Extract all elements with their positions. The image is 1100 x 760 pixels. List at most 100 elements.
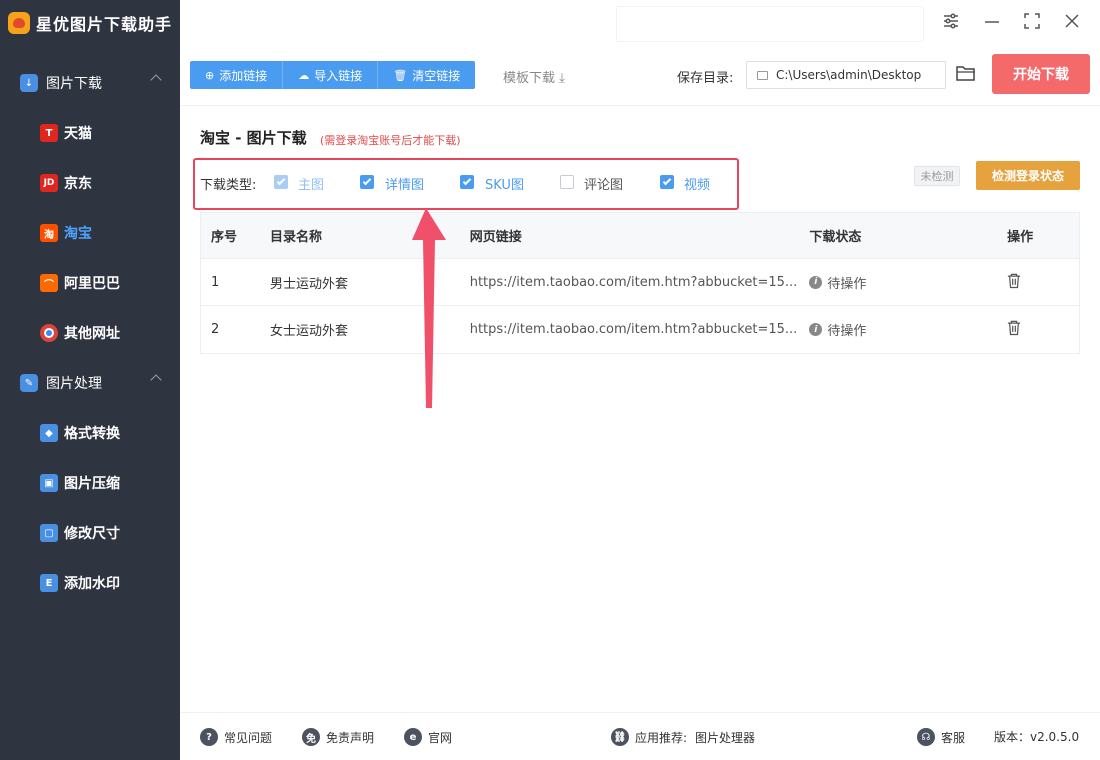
titlebar-blank-field	[616, 6, 924, 42]
detail-image-label: 详情图	[385, 178, 425, 193]
sidebar-item-label: 淘宝	[64, 226, 92, 242]
recommend-app[interactable]: ⛓ 应用推荐: 图片处理器	[611, 728, 755, 746]
header-status: 下载状态	[809, 230, 862, 245]
maximize-icon[interactable]	[1021, 12, 1043, 34]
main-image-label: 主图	[298, 178, 325, 193]
sidebar-item-image-compress[interactable]: ▣ 图片压缩	[0, 458, 180, 508]
template-download-label: 模板下载	[503, 71, 556, 86]
row-status: i 待操作	[800, 320, 999, 339]
disclaimer-label: 免责声明	[326, 730, 375, 745]
ie-browser-icon: e	[404, 728, 422, 746]
disclaimer-link[interactable]: 免 免责声明	[302, 728, 374, 746]
title-bar	[180, 0, 1100, 46]
sidebar-item-alibaba[interactable]: ⌒ 阿里巴巴	[0, 258, 180, 308]
open-folder-icon[interactable]	[956, 64, 976, 82]
settings-sliders-icon[interactable]	[940, 12, 962, 34]
sidebar-section-download[interactable]: ↓ 图片下载	[0, 58, 180, 108]
sidebar-item-taobao[interactable]: 淘 淘宝	[0, 208, 180, 258]
save-dir-field[interactable]: C:\Users\admin\Desktop	[746, 61, 946, 89]
login-required-note: (需登录淘宝账号后才能下载)	[320, 134, 461, 147]
website-label: 官网	[428, 730, 453, 745]
recommend-label: 应用推荐:	[635, 730, 688, 745]
sidebar-item-format-convert[interactable]: ◆ 格式转换	[0, 408, 180, 458]
delete-row-button[interactable]	[999, 319, 1079, 340]
support-link[interactable]: ☊ 客服	[917, 728, 965, 746]
image-compress-icon: ▣	[40, 474, 58, 492]
sidebar-item-tmall[interactable]: T 天猫	[0, 108, 180, 158]
sku-image-label: SKU图	[485, 178, 524, 193]
cloud-upload-icon: ☁	[298, 68, 310, 82]
sidebar-item-other-sites[interactable]: 其他网址	[0, 308, 180, 358]
link-button-group: ⊕ 添加链接 ☁ 导入链接 🗑 清空链接	[190, 61, 476, 89]
clear-link-label: 清空链接	[412, 68, 461, 83]
sidebar-item-resize[interactable]: ▢ 修改尺寸	[0, 508, 180, 558]
app-title: 星优图片下载助手	[36, 15, 173, 34]
check-login-button[interactable]: 检测登录状态	[976, 161, 1080, 190]
alibaba-icon: ⌒	[40, 274, 58, 292]
add-link-label: 添加链接	[219, 68, 268, 83]
sidebar-item-label: 添加水印	[64, 576, 120, 592]
checkbox-review-image[interactable]	[560, 175, 574, 189]
chevron-up-icon	[150, 74, 162, 86]
add-link-button[interactable]: ⊕ 添加链接	[190, 61, 284, 89]
download-type-label: 下载类型:	[200, 178, 257, 193]
page-title: 淘宝 - 图片下载	[200, 129, 307, 147]
sidebar-item-jd[interactable]: JD 京东	[0, 158, 180, 208]
row-url: https://item.taobao.com/item.htm?abbucke…	[469, 274, 798, 290]
faq-link[interactable]: ? 常见问题	[200, 728, 272, 746]
plus-circle-icon: ⊕	[205, 68, 215, 82]
disclaimer-icon: 免	[302, 728, 320, 746]
login-status-badge: 未检测	[914, 166, 960, 186]
sidebar-item-label: 京东	[64, 176, 92, 192]
close-icon[interactable]	[1061, 12, 1083, 34]
jd-icon: JD	[40, 174, 58, 192]
faq-label: 常见问题	[224, 730, 273, 745]
sidebar-item-label: 其他网址	[64, 326, 120, 342]
folder-small-icon	[757, 70, 768, 80]
sidebar-item-label: 图片压缩	[64, 476, 120, 492]
sidebar-item-label: 天猫	[64, 126, 92, 142]
template-download-link[interactable]: 模板下载 ⤓	[503, 67, 565, 86]
recommend-app-name: 图片处理器	[695, 730, 756, 745]
website-link[interactable]: e 官网	[404, 728, 452, 746]
trash-icon	[1007, 273, 1021, 288]
checkbox-main-image[interactable]	[274, 175, 288, 189]
links-table: 序号 目录名称 网页链接 下载状态 操作 1 男士运动外套 https://it…	[200, 212, 1080, 354]
chevron-up-icon	[150, 374, 162, 386]
sidebar-item-label: 格式转换	[64, 426, 120, 442]
annotation-arrow-icon	[412, 208, 446, 408]
checkbox-sku-image[interactable]	[460, 175, 474, 189]
tmall-icon: T	[40, 124, 58, 142]
info-icon: i	[809, 323, 823, 336]
sidebar-item-label: 修改尺寸	[64, 526, 120, 542]
save-dir-label: 保存目录:	[677, 71, 734, 86]
trash-icon	[1007, 320, 1021, 336]
checkbox-detail-image[interactable]	[360, 175, 374, 189]
version-text: 版本：v2.0.5.0	[994, 730, 1080, 744]
row-status-text: 待操作	[827, 324, 867, 339]
save-dir-value: C:\Users\admin\Desktop	[776, 68, 922, 82]
image-processing-section-icon: ✎	[20, 374, 38, 392]
checkbox-video[interactable]	[660, 175, 674, 189]
import-link-button[interactable]: ☁ 导入链接	[283, 61, 379, 89]
resize-icon: ▢	[40, 524, 58, 542]
sidebar-section-image-processing[interactable]: ✎ 图片处理	[0, 358, 180, 408]
sidebar: 星优图片下载助手 ↓ 图片下载 T 天猫 JD 京东 淘 淘宝 ⌒ 阿里巴巴 其…	[0, 0, 180, 760]
question-icon: ?	[200, 728, 218, 746]
delete-row-button[interactable]	[999, 272, 1079, 293]
download-section-icon: ↓	[20, 74, 38, 92]
chrome-icon	[40, 324, 58, 342]
sidebar-section-label: 图片下载	[46, 76, 102, 92]
clear-link-button[interactable]: 🗑 清空链接	[378, 61, 476, 89]
header-action: 操作	[1007, 230, 1034, 245]
start-download-button[interactable]: 开始下载	[992, 54, 1090, 94]
app-logo-icon	[8, 12, 30, 34]
row-url: https://item.taobao.com/item.htm?abbucke…	[469, 322, 798, 337]
sidebar-item-watermark[interactable]: E 添加水印	[0, 558, 180, 608]
header-index: 序号	[211, 230, 238, 245]
header-url: 网页链接	[469, 230, 522, 245]
link-icon: ⛓	[611, 728, 629, 746]
support-label: 客服	[941, 730, 966, 745]
minimize-icon[interactable]	[981, 12, 1003, 34]
headset-icon: ☊	[917, 728, 935, 746]
